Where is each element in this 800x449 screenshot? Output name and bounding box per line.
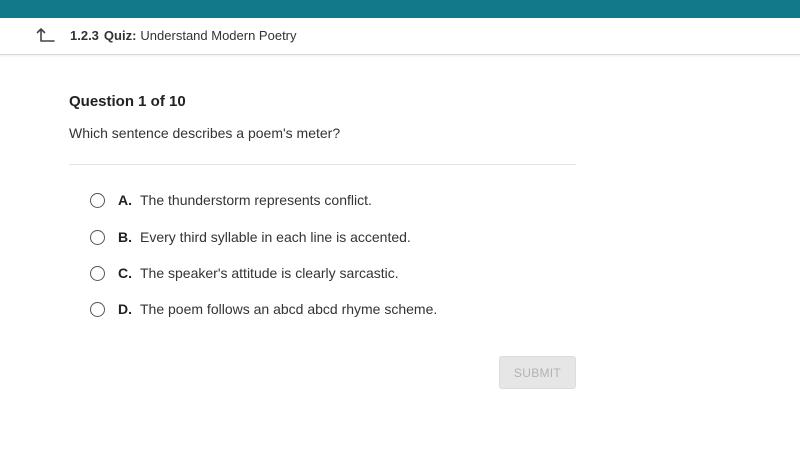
radio-button[interactable] [90,301,105,317]
option-letter: B. [118,229,132,245]
lesson-number: 1.2.3 [70,28,99,43]
breadcrumb: 1.2.3 Quiz: Understand Modern Poetry [70,28,297,44]
question-counter: Question 1 of 10 [69,93,186,110]
option-text: The thunderstorm represents conflict. [140,192,372,208]
radio-button[interactable] [90,192,105,208]
answer-option-a[interactable]: A. The thunderstorm represents conflict. [90,188,372,212]
divider [69,164,576,165]
option-text: The speaker's attitude is clearly sarcas… [140,265,399,281]
answer-option-b[interactable]: B. Every third syllable in each line is … [90,225,411,249]
lesson-kind: Quiz: [103,28,137,43]
answer-option-c[interactable]: C. The speaker's attitude is clearly sar… [90,261,399,285]
option-letter: A. [118,192,132,208]
quiz-header: 1.2.3 Quiz: Understand Modern Poetry [0,18,800,55]
answer-option-d[interactable]: D. The poem follows an abcd abcd rhyme s… [90,297,437,321]
option-letter: C. [118,265,132,281]
back-arrow-icon[interactable] [36,26,56,46]
option-letter: D. [118,301,132,317]
option-text: Every third syllable in each line is acc… [140,229,411,245]
top-accent-bar [0,0,800,18]
submit-button[interactable]: SUBMIT [499,356,576,389]
question-prompt: Which sentence describes a poem's meter? [69,125,341,141]
radio-button[interactable] [90,265,105,281]
radio-button[interactable] [90,229,105,245]
lesson-title: Understand Modern Poetry [140,28,297,43]
option-text: The poem follows an abcd abcd rhyme sche… [140,301,438,317]
